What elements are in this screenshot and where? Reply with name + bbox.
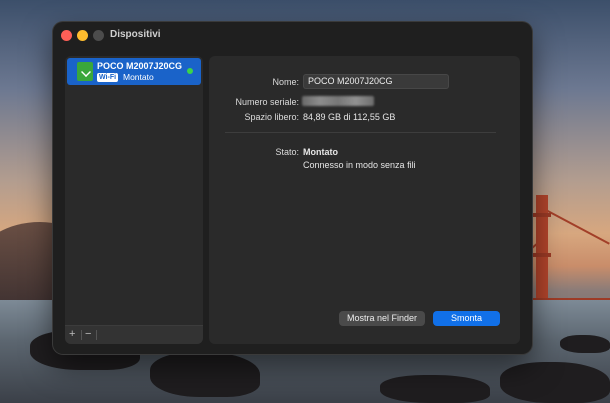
remove-device-button[interactable]: − bbox=[85, 328, 91, 340]
zoom-button[interactable] bbox=[93, 30, 104, 41]
rock bbox=[380, 375, 490, 403]
device-status: Montato bbox=[123, 72, 154, 82]
serial-number-redacted bbox=[302, 96, 374, 106]
connection-status: Connesso in modo senza fili bbox=[303, 160, 416, 170]
rock bbox=[150, 352, 260, 397]
free-space-value: 84,89 GB di 112,55 GB bbox=[303, 112, 396, 122]
bridge-tower bbox=[533, 195, 551, 305]
device-sidebar: POCO M2007J20CG Wi-Fi Montato + − bbox=[65, 56, 203, 344]
devices-window: Dispositivi POCO M2007J20CG Wi-Fi Montat… bbox=[53, 22, 532, 354]
show-in-finder-button[interactable]: Mostra nel Finder bbox=[339, 311, 425, 326]
window-title: Dispositivi bbox=[110, 29, 161, 40]
close-button[interactable] bbox=[61, 30, 72, 41]
minimize-button[interactable] bbox=[77, 30, 88, 41]
footer-divider bbox=[81, 330, 82, 340]
device-details-panel: Nome: POCO M2007J20CG Numero seriale: Sp… bbox=[209, 56, 520, 344]
footer-divider bbox=[96, 330, 97, 340]
connected-status-dot bbox=[187, 68, 193, 74]
section-divider bbox=[225, 132, 496, 133]
rock bbox=[500, 362, 610, 403]
sidebar-footer: + − bbox=[65, 325, 203, 344]
free-space-label: Spazio libero: bbox=[244, 112, 299, 122]
add-device-button[interactable]: + bbox=[69, 328, 75, 340]
state-value: Montato bbox=[303, 147, 338, 157]
sidebar-item-device[interactable]: POCO M2007J20CG Wi-Fi Montato bbox=[67, 58, 201, 85]
state-label: Stato: bbox=[275, 147, 299, 157]
device-name-field[interactable]: POCO M2007J20CG bbox=[303, 74, 449, 89]
name-label: Nome: bbox=[272, 77, 299, 87]
title-bar[interactable]: Dispositivi bbox=[53, 22, 532, 50]
device-name: POCO M2007J20CG bbox=[97, 61, 183, 71]
wifi-badge: Wi-Fi bbox=[97, 73, 119, 82]
serial-label: Numero seriale: bbox=[235, 97, 299, 107]
rock bbox=[560, 335, 610, 353]
unmount-button[interactable]: Smonta bbox=[433, 311, 500, 326]
android-phone-icon bbox=[77, 62, 93, 81]
